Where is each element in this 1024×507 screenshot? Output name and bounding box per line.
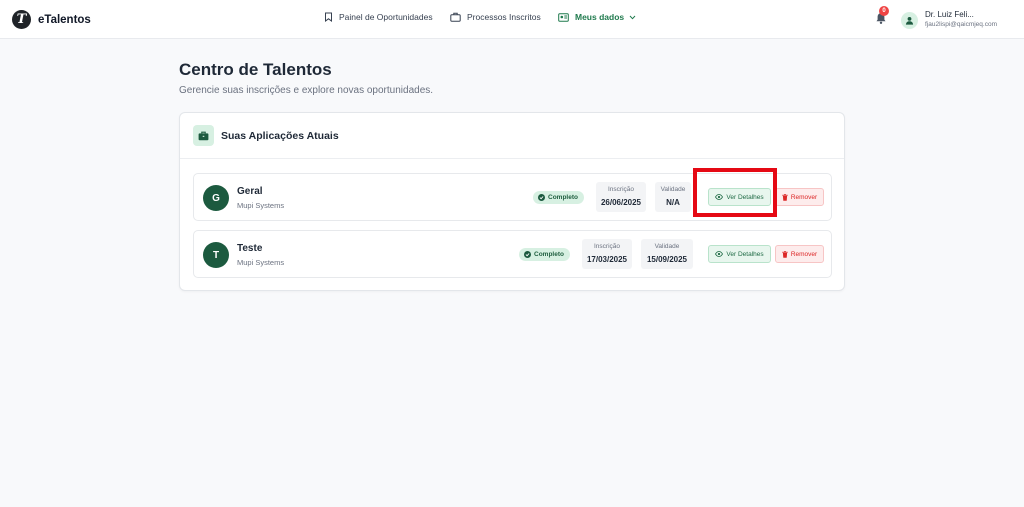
id-card-icon — [558, 12, 569, 22]
application-title: Geral — [237, 186, 263, 197]
eye-icon — [715, 194, 724, 200]
validade-box: Validade 15/09/2025 — [641, 239, 693, 269]
nav-painel-oportunidades[interactable]: Painel de Oportunidades — [324, 12, 433, 22]
trash-icon — [782, 193, 788, 201]
user-name: Dr. Luiz Feli... — [925, 10, 974, 19]
chevron-down-icon — [629, 15, 636, 19]
remove-button[interactable]: Remover — [775, 245, 824, 263]
inscricao-box: Inscrição 26/06/2025 — [596, 182, 646, 212]
check-circle-icon — [538, 194, 545, 201]
view-details-button[interactable]: Ver Detalhes — [708, 245, 771, 263]
application-company: Mupi Systems — [237, 201, 285, 210]
view-details-label: Ver Detalhes — [726, 250, 764, 258]
check-circle-icon — [524, 251, 531, 258]
view-details-button[interactable]: Ver Detalhes — [708, 188, 771, 206]
user-icon — [905, 16, 914, 25]
status-label: Completo — [534, 251, 564, 258]
inscricao-date: 17/03/2025 — [586, 255, 628, 264]
validade-box: Validade N/A — [655, 182, 691, 212]
briefcase-icon — [193, 125, 214, 146]
avatar — [901, 11, 918, 29]
card-title: Suas Aplicações Atuais — [221, 130, 339, 142]
application-row: T Teste Mupi Systems Completo Inscrição … — [193, 230, 832, 278]
eye-icon — [715, 251, 724, 257]
brand-name: eTalentos — [38, 13, 91, 26]
validade-date: 15/09/2025 — [646, 255, 688, 264]
brand-logo[interactable]: T eTalentos — [12, 10, 91, 29]
nav-label: Meus dados — [575, 12, 625, 22]
validade-label: Validade — [654, 243, 680, 250]
applications-card: Suas Aplicações Atuais G Geral Mupi Syst… — [179, 112, 845, 291]
status-badge: Completo — [519, 248, 570, 261]
application-row: G Geral Mupi Systems Completo Inscrição … — [193, 173, 832, 221]
logo-icon: T — [12, 10, 31, 29]
trash-icon — [782, 250, 788, 258]
nav-label: Processos Inscritos — [467, 12, 541, 22]
inscricao-date: 26/06/2025 — [600, 198, 642, 207]
nav-processos-inscritos[interactable]: Processos Inscritos — [450, 12, 541, 22]
remove-button[interactable]: Remover — [775, 188, 824, 206]
avatar: G — [203, 185, 229, 211]
remove-label: Remover — [790, 250, 818, 258]
validade-date: N/A — [666, 198, 680, 207]
bookmark-icon — [325, 12, 332, 22]
view-details-label: Ver Detalhes — [726, 193, 764, 201]
nav-label: Painel de Oportunidades — [339, 12, 433, 22]
notification-count-badge: 0 — [879, 6, 889, 16]
inscricao-box: Inscrição 17/03/2025 — [582, 239, 632, 269]
user-email: fjau2lispi@qaicmjeq.com — [925, 21, 997, 28]
page-title: Centro de Talentos — [179, 60, 332, 79]
remove-label: Remover — [790, 193, 818, 201]
nav-meus-dados[interactable]: Meus dados — [558, 12, 636, 22]
avatar: T — [203, 242, 229, 268]
inscricao-label: Inscrição — [607, 186, 634, 193]
inscricao-label: Inscrição — [593, 243, 620, 250]
status-label: Completo — [548, 194, 578, 201]
top-navbar: T eTalentos Painel de Oportunidades Proc… — [0, 0, 1024, 39]
application-company: Mupi Systems — [237, 258, 285, 267]
card-header: Suas Aplicações Atuais — [180, 113, 844, 159]
validade-label: Validade — [660, 186, 686, 193]
page-subtitle: Gerencie suas inscrições e explore novas… — [179, 85, 434, 96]
application-title: Teste — [237, 243, 263, 254]
user-menu[interactable]: Dr. Luiz Feli... fjau2lispi@qaicmjeq.com — [901, 10, 997, 30]
status-badge: Completo — [533, 191, 584, 204]
briefcase-icon — [450, 12, 461, 22]
